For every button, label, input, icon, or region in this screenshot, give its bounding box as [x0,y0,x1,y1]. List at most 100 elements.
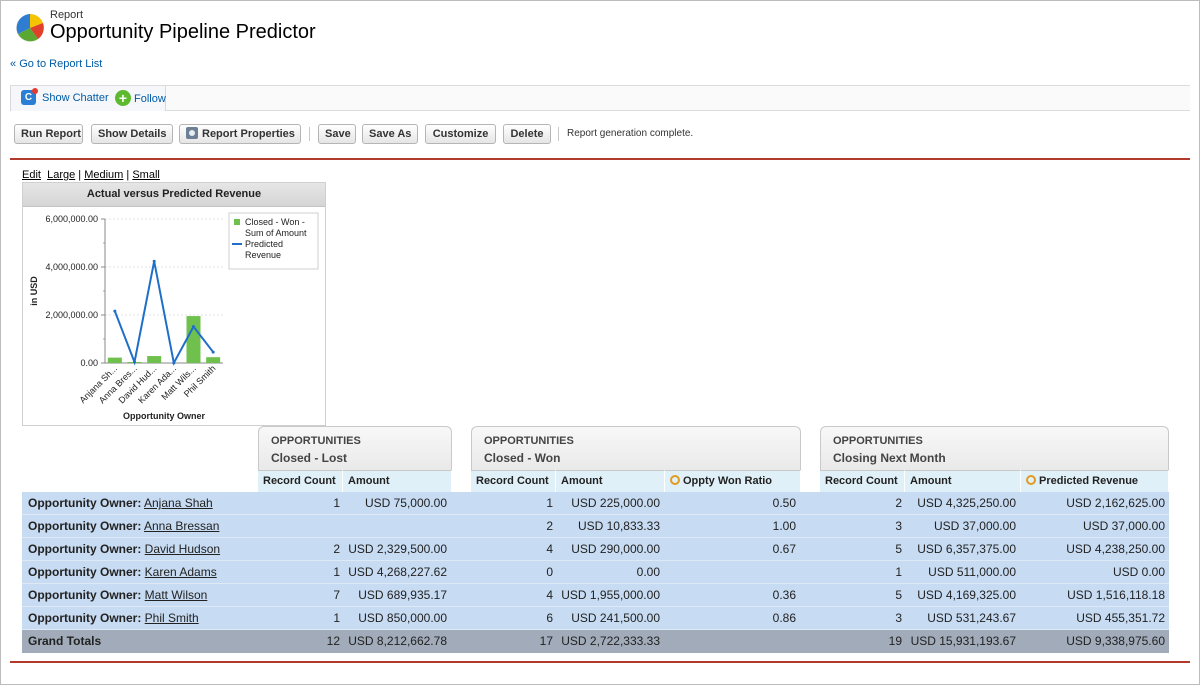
save-button[interactable]: Save [318,124,356,144]
go-to-report-list-link[interactable]: « Go to Report List [10,58,102,70]
owner-cell: Opportunity Owner: Anjana Shah [28,492,213,514]
formula-icon [1026,475,1036,485]
chart-small-link[interactable]: Small [132,169,160,181]
owner-link[interactable]: Phil Smith [145,611,199,625]
table-cell: USD 37,000.00 [933,519,1016,533]
y-tick-label: 2,000,000.00 [45,310,98,320]
table-cell: USD 4,238,250.00 [1066,542,1165,556]
table-cell: USD 241,500.00 [571,611,660,625]
chart-large-link[interactable]: Large [47,169,75,181]
column-header-record-count[interactable]: Record Count [471,470,556,492]
chatter-icon[interactable] [21,88,38,105]
bar [107,357,122,363]
back-link-label: Go to Report List [19,58,103,70]
column-header-amount[interactable]: Amount [343,470,452,492]
bar [206,357,221,363]
owner-link[interactable]: Anjana Shah [144,496,213,510]
table-cell [666,561,796,583]
y-axis-label: in USD [29,276,39,306]
column-header-amount[interactable]: Amount [556,470,665,492]
group-header-category: OPPORTUNITIES [271,435,361,447]
table-cell: USD 1,955,000.00 [561,588,660,602]
properties-icon [186,127,198,139]
chatter-box: Show Chatter + Follow [10,86,166,111]
owner-prefix: Opportunity Owner: [28,565,142,579]
table-cell: USD 10,833.33 [577,519,660,533]
back-marker: « [10,58,17,70]
owner-cell: Opportunity Owner: Matt Wilson [28,584,207,606]
table-cell: 2 [895,496,902,510]
report-table: OPPORTUNITIES Closed - Lost OPPORTUNITIE… [22,426,1169,654]
table-cell: USD 4,169,325.00 [917,588,1016,602]
customize-button[interactable]: Customize [425,124,496,144]
column-header-amount[interactable]: Amount [905,470,1021,492]
section-divider [10,158,1190,160]
column-header-oppty-won-ratio[interactable]: Oppty Won Ratio [665,470,801,492]
table-cell: USD 8,212,662.78 [348,634,447,648]
table-row: Opportunity Owner: Matt Wilson 7 USD 689,9… [22,584,1169,607]
group-header-stage: Closed - Won [484,451,561,465]
table-cell: USD 455,351.72 [1076,611,1165,625]
owner-link[interactable]: Matt Wilson [145,588,208,602]
run-report-button[interactable]: Run Report [14,124,83,144]
y-tick-label: 6,000,000.00 [45,214,98,224]
grand-totals-row: Grand Totals 12 USD 8,212,662.78 17 USD 2,72… [22,630,1169,653]
table-cell: USD 6,357,375.00 [917,542,1016,556]
line-point [211,350,215,354]
column-header-label: Oppty Won Ratio [683,475,773,487]
owner-prefix: Opportunity Owner: [28,542,142,556]
formula-icon [670,475,680,485]
table-cell: 19 [888,634,902,648]
table-cell: 1 [546,496,553,510]
table-cell: 1 [333,496,340,510]
table-cell: 0.36 [772,588,796,602]
table-cell [666,630,796,652]
legend-label: Revenue [245,250,281,260]
column-header-record-count[interactable]: Record Count [820,470,905,492]
table-cell: 5 [895,542,902,556]
owner-cell: Opportunity Owner: Karen Adams [28,561,217,583]
legend-bar-swatch [234,219,240,225]
table-cell: 7 [333,588,340,602]
table-cell: USD 4,268,227.62 [348,565,447,579]
show-chatter-link[interactable]: Show Chatter [42,92,109,104]
table-cell: 3 [895,519,902,533]
delete-button[interactable]: Delete [503,124,551,144]
table-cell: USD 75,000.00 [364,496,447,510]
grand-totals-label-cell: Grand Totals [28,630,101,652]
grand-totals-label: Grand Totals [28,634,102,648]
table-row: Opportunity Owner: Karen Adams 1 USD 4,268… [22,561,1169,584]
show-details-button[interactable]: Show Details [91,124,173,144]
group-header-closed-won: OPPORTUNITIES Closed - Won [471,426,801,470]
column-header-record-count[interactable]: Record Count [258,470,343,492]
table-cell: 2 [546,519,553,533]
chart-medium-link[interactable]: Medium [84,169,123,181]
owner-prefix: Opportunity Owner: [28,496,142,510]
chart-edit-link[interactable]: Edit [22,169,41,181]
column-header-predicted-revenue[interactable]: Predicted Revenue [1021,470,1169,492]
table-cell: 5 [895,588,902,602]
table-cell: USD 850,000.00 [358,611,447,625]
save-as-button[interactable]: Save As [362,124,418,144]
follow-plus-icon[interactable]: + [115,90,131,106]
toolbar-divider [309,127,310,141]
line-point [192,325,195,329]
table-cell [260,515,340,537]
follow-link[interactable]: Follow [134,93,166,105]
report-properties-button[interactable]: Report Properties [179,124,301,144]
table-row: Opportunity Owner: Anjana Shah 1 USD 75,00… [22,492,1169,515]
bar [147,356,162,363]
section-divider [10,661,1190,663]
chart-title: Actual versus Predicted Revenue [86,188,262,200]
table-cell: USD 511,000.00 [928,565,1016,579]
owner-link[interactable]: Anna Bressan [144,519,219,533]
table-cell: USD 2,162,625.00 [1066,496,1165,510]
owner-link[interactable]: Karen Adams [145,565,217,579]
line-point [113,309,117,313]
group-header-stage: Closed - Lost [271,451,348,465]
owner-link[interactable]: David Hudson [145,542,220,556]
table-row: Opportunity Owner: Phil Smith 1 USD 850,00… [22,607,1169,630]
table-cell: 0.00 [636,565,660,579]
table-cell: USD 9,338,975.60 [1066,634,1165,648]
owner-cell: Opportunity Owner: Anna Bressan [28,515,219,537]
